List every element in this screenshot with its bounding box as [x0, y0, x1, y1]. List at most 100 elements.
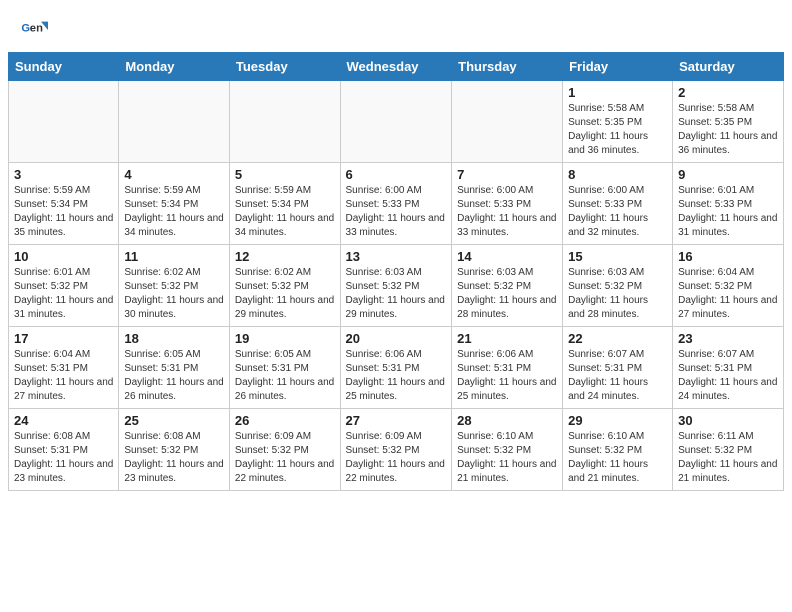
- calendar-cell: 22 Sunrise: 6:07 AM Sunset: 5:31 PM Dayli…: [563, 327, 673, 409]
- day-number: 12: [235, 249, 335, 264]
- day-info: Sunrise: 6:03 AM Sunset: 5:32 PM Dayligh…: [346, 266, 447, 322]
- day-info: Sunrise: 6:05 AM Sunset: 5:31 PM Dayligh…: [235, 348, 335, 404]
- svg-text:G: G: [21, 22, 30, 34]
- day-number: 4: [124, 167, 224, 182]
- weekday-header-wednesday: Wednesday: [340, 53, 452, 81]
- day-number: 21: [457, 331, 557, 346]
- day-info: Sunrise: 6:03 AM Sunset: 5:32 PM Dayligh…: [457, 266, 557, 322]
- calendar-cell: 20Sunrise: 6:06 AM Sunset: 5:31 PM Dayli…: [340, 327, 452, 409]
- day-number: 2: [678, 85, 778, 100]
- calendar-cell: 30 Sunrise: 6:11 AM Sunset: 5:32 PM Dayli…: [673, 409, 784, 491]
- day-info: Sunrise: 6:02 AM Sunset: 5:32 PM Dayligh…: [124, 266, 224, 322]
- day-number: 19: [235, 331, 335, 346]
- day-info: Sunrise: 6:01 AM Sunset: 5:33 PM Dayligh…: [678, 184, 778, 240]
- calendar-cell: 2 Sunrise: 5:58 AM Sunset: 5:35 PM Daylig…: [673, 81, 784, 163]
- day-info: Sunrise: 6:04 AM Sunset: 5:31 PM Dayligh…: [14, 348, 113, 404]
- calendar-cell: 21 Sunrise: 6:06 AM Sunset: 5:31 PM Dayli…: [452, 327, 563, 409]
- calendar-cell: 13Sunrise: 6:03 AM Sunset: 5:32 PM Dayli…: [340, 245, 452, 327]
- day-number: 24: [14, 413, 113, 428]
- day-number: 14: [457, 249, 557, 264]
- day-info: Sunrise: 6:11 AM Sunset: 5:32 PM Dayligh…: [678, 430, 778, 486]
- calendar-table: SundayMondayTuesdayWednesdayThursdayFrid…: [8, 52, 784, 491]
- calendar-cell: 18 Sunrise: 6:05 AM Sunset: 5:31 PM Dayli…: [119, 327, 230, 409]
- calendar-cell: 9 Sunrise: 6:01 AM Sunset: 5:33 PM Daylig…: [673, 163, 784, 245]
- calendar-cell: 7 Sunrise: 6:00 AM Sunset: 5:33 PM Daylig…: [452, 163, 563, 245]
- calendar-cell: [229, 81, 340, 163]
- calendar-cell: 24 Sunrise: 6:08 AM Sunset: 5:31 PM Dayli…: [9, 409, 119, 491]
- day-number: 28: [457, 413, 557, 428]
- weekday-header-monday: Monday: [119, 53, 230, 81]
- calendar-cell: 27 Sunrise: 6:09 AM Sunset: 5:32 PM Dayli…: [340, 409, 452, 491]
- day-info: Sunrise: 6:08 AM Sunset: 5:32 PM Dayligh…: [124, 430, 224, 486]
- day-info: Sunrise: 6:03 AM Sunset: 5:32 PM Dayligh…: [568, 266, 667, 322]
- calendar-cell: 11 Sunrise: 6:02 AM Sunset: 5:32 PM Dayli…: [119, 245, 230, 327]
- day-info: Sunrise: 6:02 AM Sunset: 5:32 PM Dayligh…: [235, 266, 335, 322]
- day-number: 20: [346, 331, 447, 346]
- day-info: Sunrise: 6:07 AM Sunset: 5:31 PM Dayligh…: [678, 348, 778, 404]
- calendar-cell: 29 Sunrise: 6:10 AM Sunset: 5:32 PM Dayli…: [563, 409, 673, 491]
- day-number: 25: [124, 413, 224, 428]
- day-info: Sunrise: 5:59 AM Sunset: 5:34 PM Dayligh…: [235, 184, 335, 240]
- week-row-5: 24 Sunrise: 6:08 AM Sunset: 5:31 PM Dayli…: [9, 409, 784, 491]
- day-number: 17: [14, 331, 113, 346]
- day-info: Sunrise: 6:09 AM Sunset: 5:32 PM Dayligh…: [346, 430, 447, 486]
- calendar-cell: [452, 81, 563, 163]
- weekday-header-sunday: Sunday: [9, 53, 119, 81]
- day-number: 3: [14, 167, 113, 182]
- day-info: Sunrise: 5:58 AM Sunset: 5:35 PM Dayligh…: [568, 102, 667, 158]
- day-info: Sunrise: 5:59 AM Sunset: 5:34 PM Dayligh…: [14, 184, 113, 240]
- day-number: 16: [678, 249, 778, 264]
- day-number: 7: [457, 167, 557, 182]
- day-info: Sunrise: 5:58 AM Sunset: 5:35 PM Dayligh…: [678, 102, 778, 158]
- day-number: 5: [235, 167, 335, 182]
- calendar-cell: [9, 81, 119, 163]
- day-info: Sunrise: 6:00 AM Sunset: 5:33 PM Dayligh…: [457, 184, 557, 240]
- day-number: 27: [346, 413, 447, 428]
- weekday-header-thursday: Thursday: [452, 53, 563, 81]
- day-info: Sunrise: 6:09 AM Sunset: 5:32 PM Dayligh…: [235, 430, 335, 486]
- calendar-cell: 26Sunrise: 6:09 AM Sunset: 5:32 PM Dayli…: [229, 409, 340, 491]
- calendar-cell: 17 Sunrise: 6:04 AM Sunset: 5:31 PM Dayli…: [9, 327, 119, 409]
- day-number: 30: [678, 413, 778, 428]
- calendar-cell: 6 Sunrise: 6:00 AM Sunset: 5:33 PM Daylig…: [340, 163, 452, 245]
- calendar-cell: [340, 81, 452, 163]
- calendar-cell: 28 Sunrise: 6:10 AM Sunset: 5:32 PM Dayli…: [452, 409, 563, 491]
- day-info: Sunrise: 6:10 AM Sunset: 5:32 PM Dayligh…: [457, 430, 557, 486]
- day-number: 11: [124, 249, 224, 264]
- day-number: 9: [678, 167, 778, 182]
- day-number: 22: [568, 331, 667, 346]
- calendar-cell: 14 Sunrise: 6:03 AM Sunset: 5:32 PM Dayli…: [452, 245, 563, 327]
- day-info: Sunrise: 6:07 AM Sunset: 5:31 PM Dayligh…: [568, 348, 667, 404]
- calendar-cell: 25 Sunrise: 6:08 AM Sunset: 5:32 PM Dayli…: [119, 409, 230, 491]
- calendar-cell: 10 Sunrise: 6:01 AM Sunset: 5:32 PM Dayli…: [9, 245, 119, 327]
- week-row-1: 1 Sunrise: 5:58 AM Sunset: 5:35 PM Daylig…: [9, 81, 784, 163]
- calendar-cell: 19 Sunrise: 6:05 AM Sunset: 5:31 PM Dayli…: [229, 327, 340, 409]
- day-number: 18: [124, 331, 224, 346]
- day-number: 1: [568, 85, 667, 100]
- logo-icon: G e n: [20, 16, 48, 44]
- day-number: 6: [346, 167, 447, 182]
- day-number: 15: [568, 249, 667, 264]
- calendar-cell: 5 Sunrise: 5:59 AM Sunset: 5:34 PM Daylig…: [229, 163, 340, 245]
- weekday-header-tuesday: Tuesday: [229, 53, 340, 81]
- calendar-cell: 3 Sunrise: 5:59 AM Sunset: 5:34 PM Daylig…: [9, 163, 119, 245]
- weekday-header-row: SundayMondayTuesdayWednesdayThursdayFrid…: [9, 53, 784, 81]
- day-info: Sunrise: 6:06 AM Sunset: 5:31 PM Dayligh…: [457, 348, 557, 404]
- week-row-2: 3 Sunrise: 5:59 AM Sunset: 5:34 PM Daylig…: [9, 163, 784, 245]
- calendar-container: SundayMondayTuesdayWednesdayThursdayFrid…: [0, 52, 792, 499]
- weekday-header-friday: Friday: [563, 53, 673, 81]
- calendar-cell: 15 Sunrise: 6:03 AM Sunset: 5:32 PM Dayli…: [563, 245, 673, 327]
- day-info: Sunrise: 6:00 AM Sunset: 5:33 PM Dayligh…: [346, 184, 447, 240]
- calendar-cell: 8Sunrise: 6:00 AM Sunset: 5:33 PM Daylig…: [563, 163, 673, 245]
- logo: G e n: [20, 16, 52, 44]
- day-info: Sunrise: 6:10 AM Sunset: 5:32 PM Dayligh…: [568, 430, 667, 486]
- day-info: Sunrise: 6:05 AM Sunset: 5:31 PM Dayligh…: [124, 348, 224, 404]
- day-info: Sunrise: 6:01 AM Sunset: 5:32 PM Dayligh…: [14, 266, 113, 322]
- svg-text:n: n: [36, 22, 43, 34]
- day-info: Sunrise: 6:08 AM Sunset: 5:31 PM Dayligh…: [14, 430, 113, 486]
- page-header: G e n: [0, 0, 792, 52]
- svg-text:e: e: [30, 22, 36, 34]
- day-number: 10: [14, 249, 113, 264]
- day-number: 29: [568, 413, 667, 428]
- calendar-cell: 4Sunrise: 5:59 AM Sunset: 5:34 PM Daylig…: [119, 163, 230, 245]
